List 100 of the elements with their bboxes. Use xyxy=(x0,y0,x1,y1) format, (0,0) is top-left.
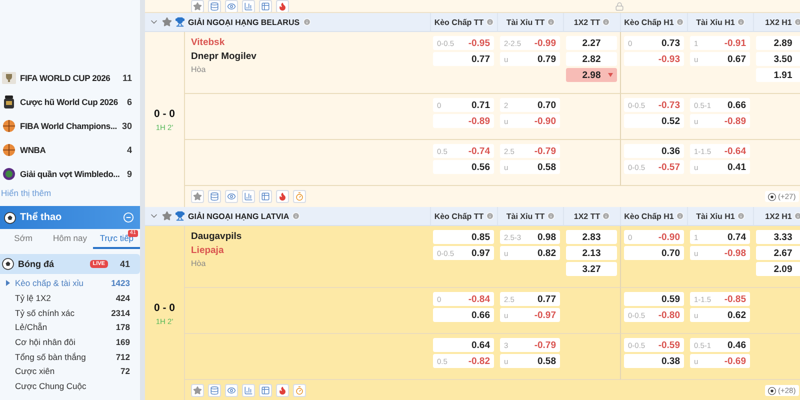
info-icon xyxy=(546,212,555,220)
odds-button[interactable]: 1.91 xyxy=(756,68,800,82)
odds-button[interactable]: 0.52 xyxy=(624,114,684,128)
odds-button[interactable]: 2.13 xyxy=(566,246,617,260)
odds-button[interactable]: 3.27 xyxy=(566,262,617,276)
team-name: Vitebsk xyxy=(191,37,226,48)
soccer-ball-icon xyxy=(768,192,776,200)
bar-chart-icon[interactable] xyxy=(242,0,255,12)
caret-icon xyxy=(6,280,10,286)
tab[interactable]: Hôm nay xyxy=(46,229,94,249)
star-icon[interactable] xyxy=(162,211,172,221)
info-icon xyxy=(794,18,800,26)
team-name: Liepaja xyxy=(191,245,225,256)
odds-button[interactable]: 2.67 xyxy=(756,246,800,260)
odds-button[interactable]: 2.27 xyxy=(566,36,617,50)
odds-button[interactable]: 0.70 xyxy=(624,246,684,260)
odds-button[interactable]: 2.82 xyxy=(566,52,617,66)
draw-label: Hòa xyxy=(191,65,207,74)
info-icon xyxy=(602,18,610,26)
column-header: Kèo Chấp TT xyxy=(434,212,484,220)
eye-icon[interactable] xyxy=(225,0,238,12)
timer-icon[interactable] xyxy=(293,384,306,397)
flame-icon[interactable] xyxy=(276,190,289,203)
collapse-icon[interactable] xyxy=(123,212,134,223)
league-item[interactable]: FIFA WORLD CUP 2026 11 xyxy=(0,66,140,90)
column-header: 1X2 H1 xyxy=(765,212,792,220)
odds-button[interactable]: 2.98 xyxy=(566,68,617,82)
info-icon xyxy=(546,18,555,26)
column-header: 1X2 TT xyxy=(574,18,600,26)
odds-button[interactable]: 0.59 xyxy=(624,292,684,306)
star-icon[interactable] xyxy=(162,17,172,27)
info-icon xyxy=(676,18,684,26)
eye-icon[interactable] xyxy=(225,384,238,397)
database-icon[interactable] xyxy=(208,0,221,12)
table-icon[interactable] xyxy=(259,384,272,397)
timer-icon[interactable] xyxy=(293,190,306,203)
odds-button[interactable]: 3.50 xyxy=(756,52,800,66)
league-item[interactable]: Giải quần vợt Wimbledo... 9 xyxy=(0,162,140,186)
league-title: GIẢI NGOẠI HẠNG BELARUS xyxy=(188,18,300,26)
tab[interactable]: Sớm xyxy=(0,229,47,249)
info-icon xyxy=(602,212,610,220)
trophy-icon xyxy=(175,17,185,27)
column-header: 1X2 TT xyxy=(574,212,600,220)
column-header: Kèo Chấp H1 xyxy=(624,18,674,26)
soccer-ball-icon xyxy=(768,386,776,394)
tennis-ball-icon xyxy=(2,167,16,181)
bet-type-item[interactable]: Tỷ số chính xác 2314 xyxy=(0,305,140,320)
info-icon xyxy=(292,212,300,220)
league-item[interactable]: WNBA 4 xyxy=(0,138,140,162)
table-icon[interactable] xyxy=(259,0,272,12)
table-icon[interactable] xyxy=(259,190,272,203)
info-icon xyxy=(486,212,494,220)
odds-button[interactable]: 2.89 xyxy=(756,36,800,50)
info-icon xyxy=(302,18,311,26)
down-arrow-icon xyxy=(608,73,613,77)
odds-button[interactable]: 0.77 xyxy=(433,52,494,66)
odds-button[interactable]: 2.09 xyxy=(756,262,800,276)
odds-button[interactable]: 0.56 xyxy=(433,160,494,174)
bet-type-item[interactable]: Kèo chấp & tài xỉu 1423 xyxy=(0,276,140,291)
column-header: 1X2 H1 xyxy=(765,18,792,26)
bet-type-item[interactable]: Cược Chung Cuộc xyxy=(0,378,140,394)
info-icon xyxy=(486,18,494,26)
odds-button[interactable]: 0.66 xyxy=(433,308,494,322)
bet-type-item[interactable]: Tỷ lệ 1X2 424 xyxy=(0,290,140,306)
column-header: Tài Xỉu TT xyxy=(506,212,545,220)
match-score: 0 - 0 xyxy=(154,108,175,120)
odds-button[interactable]: -0.93 xyxy=(624,52,684,66)
bet-type-item[interactable]: Cược xiên 72 xyxy=(0,364,140,379)
match-score: 0 - 0 xyxy=(154,302,175,314)
league-item[interactable]: FIBA World Champions... 30 xyxy=(0,114,140,138)
odds-button[interactable]: 0.36 xyxy=(624,144,684,158)
jar-icon xyxy=(2,95,16,109)
bet-type-item[interactable]: Tổng số bàn thắng 712 xyxy=(0,349,140,364)
bet-type-item[interactable]: Lẻ/Chẵn 178 xyxy=(0,320,140,335)
bet-type-item[interactable]: Cơ hội nhân đôi 169 xyxy=(0,334,140,350)
odds-button[interactable]: 0.85 xyxy=(433,230,494,244)
odds-button[interactable]: 0.64 xyxy=(433,338,494,352)
draw-label: Hòa xyxy=(191,259,207,268)
bar-chart-icon[interactable] xyxy=(242,190,255,203)
column-header: Kèo Chấp H1 xyxy=(624,212,674,220)
column-header: Tài Xỉu H1 xyxy=(696,18,735,26)
bar-chart-icon[interactable] xyxy=(242,384,255,397)
odds-button[interactable]: 3.33 xyxy=(756,230,800,244)
flame-icon[interactable] xyxy=(276,384,289,397)
panel-title: Thể thao xyxy=(20,212,63,223)
league-title: GIẢI NGOẠI HẠNG LATVIA xyxy=(188,212,290,220)
soccer-ball-icon xyxy=(2,258,14,270)
odds-button[interactable]: -0.89 xyxy=(433,114,494,128)
info-icon xyxy=(736,212,745,220)
trophy-icon xyxy=(175,211,185,221)
database-icon[interactable] xyxy=(208,190,221,203)
odds-button[interactable]: 2.83 xyxy=(566,230,617,244)
column-header: Tài Xỉu TT xyxy=(506,18,545,26)
eye-icon[interactable] xyxy=(225,190,238,203)
flame-icon[interactable] xyxy=(276,0,289,12)
database-icon[interactable] xyxy=(208,384,221,397)
odds-button[interactable]: 0.38 xyxy=(624,354,684,368)
league-item[interactable]: Cược hũ World Cup 2026 6 xyxy=(0,90,140,114)
lock-icon xyxy=(615,2,624,11)
soccer-ball-icon xyxy=(4,212,16,224)
